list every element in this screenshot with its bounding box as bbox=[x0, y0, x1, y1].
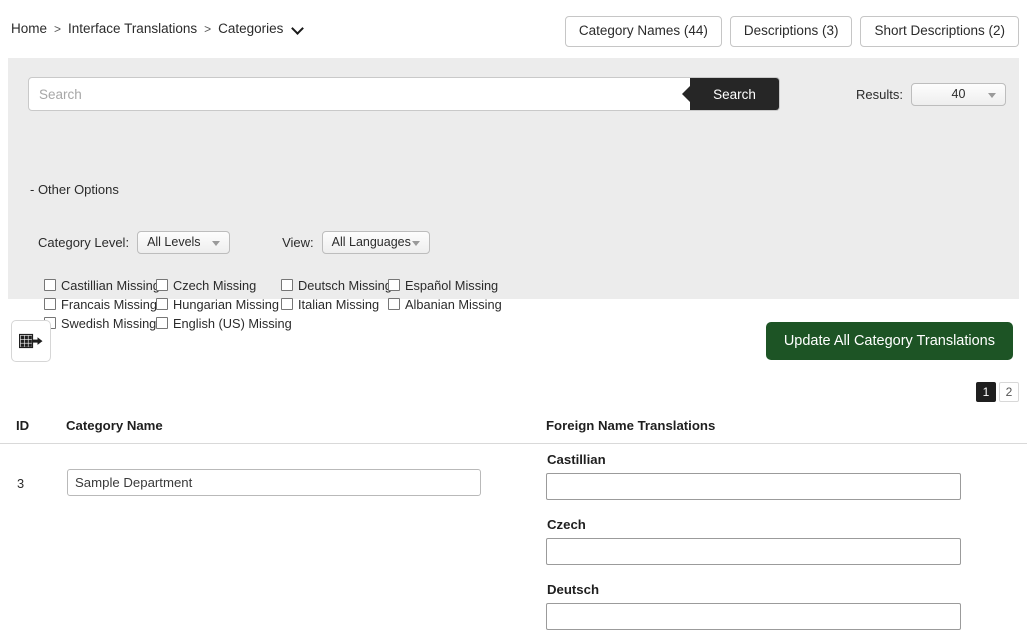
breadcrumb-separator: > bbox=[54, 21, 62, 36]
column-header-category-name: Category Name bbox=[66, 418, 163, 433]
checkbox-castillian-missing[interactable]: Castillian Missing bbox=[44, 278, 160, 293]
translation-group-czech: Czech bbox=[546, 517, 962, 565]
translation-label-castillian: Castillian bbox=[547, 452, 606, 467]
checkbox-english-us-missing[interactable]: English (US) Missing bbox=[156, 316, 292, 331]
search-button-notch bbox=[682, 86, 690, 102]
search-button[interactable]: Search bbox=[690, 78, 779, 110]
view-select[interactable]: All Languages bbox=[321, 231, 430, 254]
tab-category-names[interactable]: Category Names (44) bbox=[564, 16, 722, 47]
filter-row: Category Level: All Levels View: All Lan… bbox=[38, 231, 430, 254]
breadcrumb-item-categories[interactable]: Categories bbox=[218, 21, 283, 36]
checkbox-espanol-missing[interactable]: Español Missing bbox=[388, 278, 498, 293]
category-name-input[interactable] bbox=[67, 469, 481, 496]
update-all-translations-button[interactable]: Update All Category Translations bbox=[765, 322, 1013, 360]
tab-descriptions[interactable]: Descriptions (3) bbox=[729, 16, 853, 47]
translations-column: Castillian Czech Deutsch bbox=[546, 452, 962, 637]
table-header: ID Category Name Foreign Name Translatio… bbox=[0, 413, 1027, 444]
results-per-page: Results: 40 bbox=[856, 83, 1006, 106]
checkbox-label: Español Missing bbox=[405, 278, 499, 293]
results-select[interactable]: 40 bbox=[911, 83, 1006, 106]
search-filter-panel: Search Results: 40 - Other Options Categ… bbox=[8, 58, 1019, 331]
tab-short-descriptions[interactable]: Short Descriptions (2) bbox=[860, 16, 1019, 47]
checkbox-box[interactable] bbox=[156, 298, 168, 310]
checkbox-label: Albanian Missing bbox=[405, 297, 502, 312]
translation-input-deutsch[interactable] bbox=[546, 603, 961, 630]
export-button[interactable] bbox=[11, 320, 51, 362]
category-level-select[interactable]: All Levels bbox=[137, 231, 231, 254]
pagination: 1 2 bbox=[976, 382, 1019, 402]
checkbox-box[interactable] bbox=[388, 279, 400, 291]
search-row: Search bbox=[28, 77, 780, 111]
checkbox-deutsch-missing[interactable]: Deutsch Missing bbox=[281, 278, 392, 293]
chevron-down-icon[interactable] bbox=[293, 23, 304, 34]
checkbox-box[interactable] bbox=[156, 317, 168, 329]
checkbox-box[interactable] bbox=[44, 298, 56, 310]
view-label: View: bbox=[282, 235, 314, 250]
translation-group-deutsch: Deutsch bbox=[546, 582, 962, 630]
results-select-value: 40 bbox=[951, 87, 966, 101]
chevron-down-icon bbox=[988, 93, 996, 98]
checkbox-row: Swedish Missing English (US) Missing bbox=[38, 316, 508, 335]
translation-input-castillian[interactable] bbox=[546, 473, 961, 500]
checkbox-box[interactable] bbox=[44, 279, 56, 291]
checkbox-francais-missing[interactable]: Francais Missing bbox=[44, 297, 157, 312]
checkbox-label: Castillian Missing bbox=[61, 278, 160, 293]
missing-language-filters: Castillian Missing Czech Missing Deutsch… bbox=[38, 278, 508, 335]
checkbox-label: Swedish Missing bbox=[61, 316, 157, 331]
other-options-toggle[interactable]: - Other Options bbox=[30, 182, 119, 197]
checkbox-swedish-missing[interactable]: Swedish Missing bbox=[44, 316, 156, 331]
checkbox-label: Italian Missing bbox=[298, 297, 380, 312]
view-value: All Languages bbox=[331, 235, 411, 249]
checkbox-box[interactable] bbox=[281, 279, 293, 291]
checkbox-label: English (US) Missing bbox=[173, 316, 292, 331]
column-header-id: ID bbox=[16, 418, 30, 433]
column-header-foreign-name-translations: Foreign Name Translations bbox=[546, 418, 716, 433]
translation-input-czech[interactable] bbox=[546, 538, 961, 565]
category-level-label: Category Level: bbox=[38, 235, 130, 250]
checkbox-label: Czech Missing bbox=[173, 278, 257, 293]
checkbox-label: Hungarian Missing bbox=[173, 297, 279, 312]
chevron-down-icon bbox=[212, 241, 221, 246]
checkbox-box[interactable] bbox=[388, 298, 400, 310]
checkbox-italian-missing[interactable]: Italian Missing bbox=[281, 297, 379, 312]
breadcrumb-item-home[interactable]: Home bbox=[11, 21, 47, 36]
translation-label-czech: Czech bbox=[547, 517, 586, 532]
top-bar: Home > Interface Translations > Categori… bbox=[0, 0, 1027, 58]
category-level-value: All Levels bbox=[147, 235, 201, 249]
checkbox-row: Francais Missing Hungarian Missing Itali… bbox=[38, 297, 508, 316]
checkbox-label: Francais Missing bbox=[61, 297, 158, 312]
row-id: 3 bbox=[17, 476, 25, 491]
breadcrumb: Home > Interface Translations > Categori… bbox=[11, 21, 304, 36]
translation-group-castillian: Castillian bbox=[546, 452, 962, 500]
chevron-down-icon bbox=[411, 241, 420, 246]
pagination-page-1[interactable]: 1 bbox=[976, 382, 996, 402]
breadcrumb-item-interface-translations[interactable]: Interface Translations bbox=[68, 21, 197, 36]
search-input[interactable] bbox=[29, 78, 689, 110]
export-grid-icon bbox=[18, 333, 43, 349]
pagination-page-2[interactable]: 2 bbox=[999, 382, 1019, 402]
search-box: Search bbox=[28, 77, 780, 111]
header-tab-group: Category Names (44) Descriptions (3) Sho… bbox=[564, 16, 1019, 47]
results-label: Results: bbox=[856, 87, 903, 102]
checkbox-czech-missing[interactable]: Czech Missing bbox=[156, 278, 256, 293]
checkbox-albanian-missing[interactable]: Albanian Missing bbox=[388, 297, 502, 312]
checkbox-hungarian-missing[interactable]: Hungarian Missing bbox=[156, 297, 279, 312]
checkbox-box[interactable] bbox=[156, 279, 168, 291]
translation-label-deutsch: Deutsch bbox=[547, 582, 600, 597]
breadcrumb-separator: > bbox=[204, 21, 212, 36]
checkbox-label: Deutsch Missing bbox=[298, 278, 392, 293]
checkbox-box[interactable] bbox=[281, 298, 293, 310]
checkbox-row: Castillian Missing Czech Missing Deutsch… bbox=[38, 278, 508, 297]
